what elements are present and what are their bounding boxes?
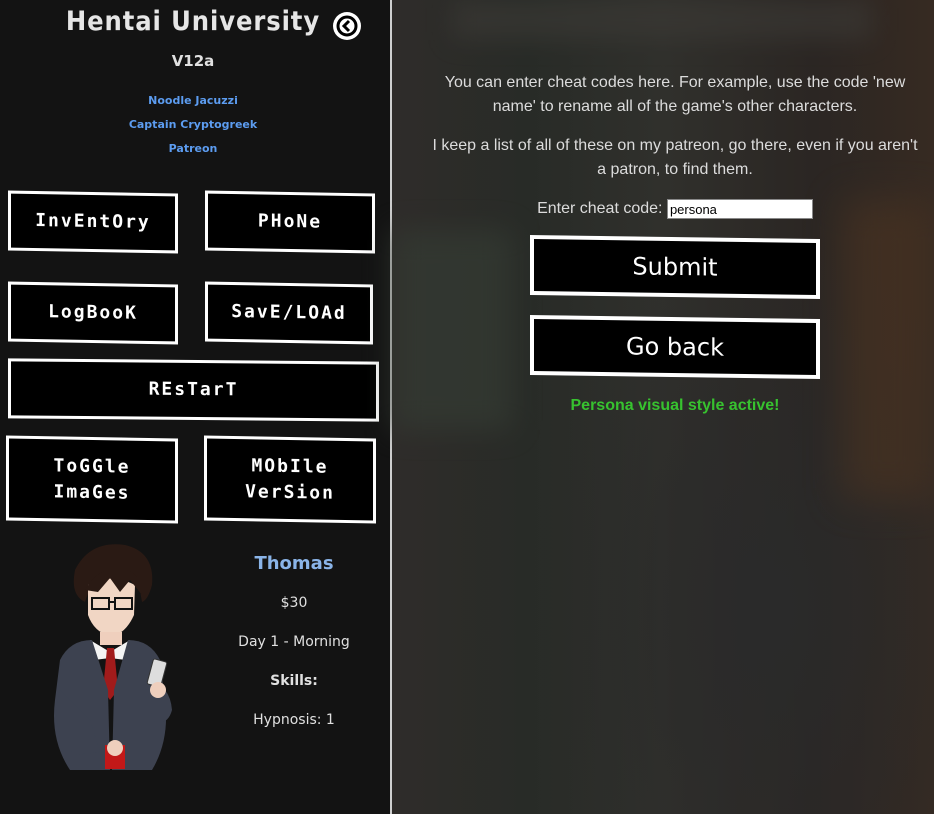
credit-link-noodle-jacuzzi[interactable]: Noodle Jacuzzi (0, 94, 386, 107)
go-back-button[interactable]: Go back (530, 314, 820, 380)
restart-button-label: REsTarT (148, 378, 239, 401)
submit-button-label: Submit (632, 252, 718, 282)
status-message: Persona visual style active! (570, 397, 780, 414)
save-load-button[interactable]: SavE/LOAd (205, 281, 373, 345)
restart-button[interactable]: REsTarT (8, 358, 379, 422)
player-money: $30 (280, 595, 308, 611)
toggle-images-button[interactable]: ToGGle ImaGes (6, 435, 178, 524)
cheat-code-input[interactable] (666, 199, 813, 219)
player-name: Thomas (254, 553, 334, 574)
submit-button[interactable]: Submit (530, 234, 820, 300)
cheat-info-text: You can enter cheat codes here. For exam… (444, 74, 906, 115)
cheat-code-label: Enter cheat code: (537, 200, 663, 217)
patreon-info-text: I keep a list of all of these on my patr… (432, 137, 918, 178)
inventory-button[interactable]: InvEntOry (8, 190, 178, 254)
toggle-images-label: ToGGle ImaGes (53, 453, 130, 506)
character-portrait (54, 544, 172, 770)
credit-link-patreon[interactable]: Patreon (0, 142, 386, 155)
version-label: V12a (171, 52, 215, 70)
back-arrow-icon[interactable] (333, 12, 361, 40)
phone-button[interactable]: PHoNe (205, 190, 375, 254)
inventory-button-label: InvEntOry (35, 209, 151, 234)
credit-link-captain-cryptogreek[interactable]: Captain Cryptogreek (0, 118, 386, 131)
background-blur-left (392, 230, 512, 430)
skill-hypnosis: Hypnosis: 1 (253, 712, 335, 728)
main-panel: You can enter cheat codes here. For exam… (392, 0, 934, 814)
mobile-version-label-line1: MObIle (251, 454, 329, 478)
save-load-button-label: SavE/LOAd (231, 300, 347, 325)
logbook-button-label: LogBooK (48, 301, 138, 324)
toggle-images-label-line2: ImaGes (53, 480, 131, 504)
go-back-button-label: Go back (626, 332, 724, 362)
toggle-images-label-line1: ToGGle (53, 454, 131, 478)
mobile-version-button[interactable]: MObIle VerSion (204, 435, 376, 524)
mobile-version-label: MObIle VerSion (245, 453, 335, 507)
mobile-version-label-line2: VerSion (245, 480, 335, 504)
phone-button-label: PHoNe (257, 210, 323, 233)
background-blur-right (842, 200, 934, 500)
sidebar: Hentai University V12a Noodle Jacuzzi Ca… (0, 0, 392, 814)
cheat-code-row: Enter cheat code: (392, 199, 934, 219)
background-blur-top (452, 0, 872, 40)
game-title: Hentai University (65, 6, 321, 37)
logbook-button[interactable]: LogBooK (8, 281, 178, 345)
skills-label: Skills: (270, 673, 318, 689)
player-time: Day 1 - Morning (238, 634, 350, 650)
